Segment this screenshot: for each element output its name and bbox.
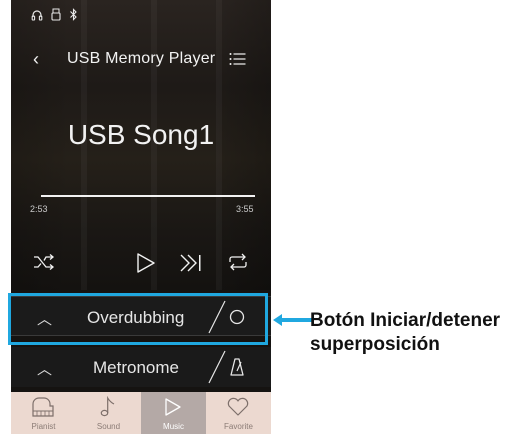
list-menu-icon[interactable] bbox=[229, 52, 246, 66]
bluetooth-icon bbox=[70, 8, 77, 21]
back-chevron-icon[interactable]: ‹ bbox=[33, 49, 39, 69]
tab-label: Pianist bbox=[31, 422, 56, 431]
headphones-icon bbox=[31, 10, 43, 21]
overdubbing-row: ︿ Overdubbing bbox=[11, 296, 271, 336]
skip-forward-icon[interactable] bbox=[179, 253, 203, 273]
chevron-up-icon[interactable]: ︿ bbox=[37, 308, 52, 329]
play-icon bbox=[165, 398, 181, 416]
divider-slash bbox=[208, 350, 226, 384]
divider-slash bbox=[208, 300, 226, 334]
overdubbing-label: Overdubbing bbox=[87, 308, 185, 327]
tab-favorite[interactable]: Favorite bbox=[206, 392, 271, 434]
song-title: USB Song1 bbox=[67, 119, 215, 150]
usb-icon bbox=[51, 8, 61, 21]
music-note-icon bbox=[100, 396, 115, 417]
metronome-row: ︿ Metronome bbox=[11, 347, 271, 387]
play-icon[interactable] bbox=[136, 252, 156, 274]
metronome-icon[interactable] bbox=[229, 357, 245, 377]
chevron-up-icon[interactable]: ︿ bbox=[37, 358, 52, 379]
tab-label: Music bbox=[163, 422, 184, 431]
time-total: 3:55 bbox=[236, 204, 254, 214]
time-elapsed: 2:53 bbox=[30, 204, 48, 214]
progress-bar[interactable] bbox=[41, 195, 255, 197]
overdub-record-button-icon[interactable] bbox=[229, 309, 245, 325]
callout-label: Botón Iniciar/detener superposición bbox=[310, 309, 531, 357]
tab-label: Sound bbox=[96, 422, 121, 431]
callout-line-1: Botón Iniciar/detener bbox=[310, 310, 501, 331]
screen-title: USB Memory Player bbox=[67, 50, 216, 67]
tab-sound[interactable]: Sound bbox=[76, 392, 141, 434]
tab-label: Favorite bbox=[224, 422, 253, 431]
heart-icon bbox=[227, 397, 249, 416]
shuffle-icon[interactable] bbox=[33, 253, 55, 271]
tab-pianist[interactable]: Pianist bbox=[11, 392, 76, 434]
metronome-label: Metronome bbox=[93, 358, 179, 377]
piano-icon bbox=[32, 397, 54, 417]
piano-app-screen: ‹ USB Memory Player USB Song1 2:53 3:55 … bbox=[11, 0, 271, 434]
callout-line-2: superposición bbox=[310, 334, 440, 355]
callout-arrow-icon bbox=[273, 314, 312, 326]
tab-music[interactable]: Music bbox=[141, 392, 206, 434]
bottom-tab-bar: Pianist Sound Music Favorite bbox=[11, 392, 271, 434]
repeat-icon[interactable] bbox=[227, 253, 249, 271]
